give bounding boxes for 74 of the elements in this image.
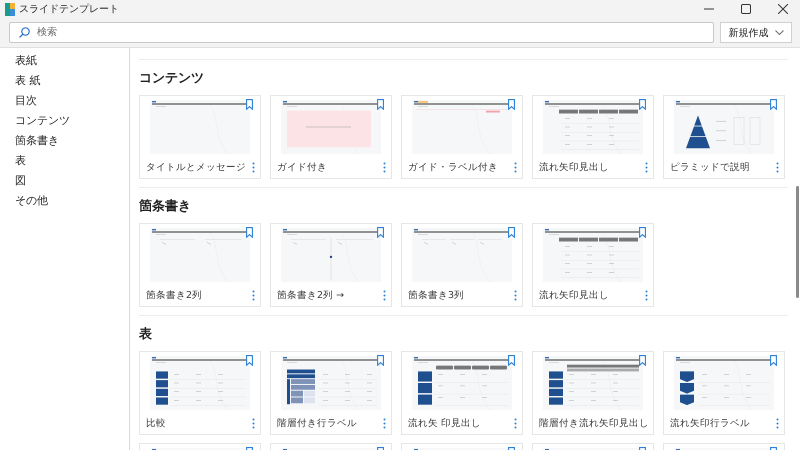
card-title: タイトルとメッセージ [146, 161, 246, 174]
template-card[interactable]: 比較 [139, 351, 261, 435]
app-logo-icon [5, 2, 15, 16]
maximize-icon[interactable] [741, 4, 751, 14]
template-card[interactable]: ガイド・ラベル付き [401, 95, 523, 179]
sidebar-item[interactable]: 表 紙 [0, 71, 129, 91]
sidebar-item[interactable]: 表 [0, 151, 129, 171]
template-card[interactable]: 流れ矢 印見出し [401, 351, 523, 435]
template-card[interactable]: ピラミッドで説明 [663, 95, 785, 179]
bookmark-icon[interactable] [639, 99, 646, 110]
more-options-icon[interactable] [645, 162, 648, 174]
section-heading: コンテンツ [139, 71, 205, 86]
card-title: ガイド・ラベル付き [408, 161, 498, 174]
bookmark-icon[interactable] [246, 355, 253, 366]
card-title: 流れ矢印見出し [539, 289, 609, 302]
card-title: 比較 [146, 417, 166, 430]
more-options-icon[interactable] [776, 418, 779, 430]
sidebar-item[interactable]: その他 [0, 191, 129, 211]
template-card[interactable]: 流れ矢印行ラベル [663, 351, 785, 435]
template-card[interactable]: 箇条書き2列 [139, 223, 261, 307]
more-options-icon[interactable] [645, 290, 648, 302]
section-heading: 表 [139, 327, 153, 342]
more-options-icon[interactable] [514, 418, 517, 430]
more-options-icon[interactable] [776, 162, 779, 174]
more-options-icon[interactable] [252, 162, 255, 174]
close-icon[interactable] [778, 4, 788, 14]
bookmark-icon[interactable] [377, 227, 384, 238]
bookmark-icon[interactable] [770, 355, 777, 366]
template-card[interactable]: 階層付き行ラベル [270, 351, 392, 435]
card-title: 箇条書き2列 → [277, 289, 344, 302]
card-title: 流れ矢印行ラベル [670, 417, 750, 430]
template-card[interactable]: 流れ矢印見出し [532, 95, 654, 179]
bookmark-icon[interactable] [508, 99, 515, 110]
new-dropdown-button[interactable]: 新規作成 [720, 22, 792, 43]
more-options-icon[interactable] [514, 162, 517, 174]
sidebar-item[interactable]: コンテンツ [0, 111, 129, 131]
card-title: 箇条書き3列 [408, 289, 464, 302]
more-options-icon[interactable] [383, 162, 386, 174]
more-options-icon[interactable] [383, 290, 386, 302]
bookmark-icon[interactable] [508, 227, 515, 238]
template-card[interactable]: 箇条書き3列 [401, 223, 523, 307]
template-card[interactable]: 箇条書き2列 → [270, 223, 392, 307]
template-card[interactable]: タイトルとメッセージ [139, 95, 261, 179]
card-title: 箇条書き2列 [146, 289, 202, 302]
template-card[interactable]: 階層付き流れ矢印見出し [532, 351, 654, 435]
bookmark-icon[interactable] [246, 99, 253, 110]
caret-icon [774, 30, 784, 35]
more-options-icon[interactable] [252, 290, 255, 302]
card-title: ガイド付き [277, 161, 327, 174]
bookmark-icon[interactable] [508, 355, 515, 366]
card-title: 流れ矢印見出し [539, 161, 609, 174]
bookmark-icon[interactable] [639, 227, 646, 238]
card-title: 階層付き行ラベル [277, 417, 357, 430]
sidebar-item[interactable]: 表紙 [0, 51, 129, 71]
bookmark-icon[interactable] [770, 99, 777, 110]
sidebar-item[interactable]: 図 [0, 171, 129, 191]
sidebar-item[interactable]: 目次 [0, 91, 129, 111]
section-heading: 箇条書き [139, 199, 192, 214]
bookmark-icon[interactable] [246, 227, 253, 238]
more-options-icon[interactable] [383, 418, 386, 430]
template-card[interactable]: ガイド付き [270, 95, 392, 179]
card-title: 流れ矢 印見出し [408, 417, 482, 430]
sidebar-item[interactable]: 箇条書き [0, 131, 129, 151]
card-title: 階層付き流れ矢印見出し [539, 417, 649, 430]
template-card[interactable]: 流れ矢印見出し [532, 223, 654, 307]
more-options-icon[interactable] [514, 290, 517, 302]
card-title: ピラミッドで説明 [670, 161, 750, 174]
scrollbar-thumb[interactable] [796, 186, 799, 298]
window-title: スライドテンプレート [19, 2, 119, 16]
bookmark-icon[interactable] [377, 355, 384, 366]
bookmark-icon[interactable] [639, 355, 646, 366]
more-options-icon[interactable] [252, 418, 255, 430]
bookmark-icon[interactable] [377, 99, 384, 110]
search-field[interactable]: 検索 [9, 22, 714, 43]
